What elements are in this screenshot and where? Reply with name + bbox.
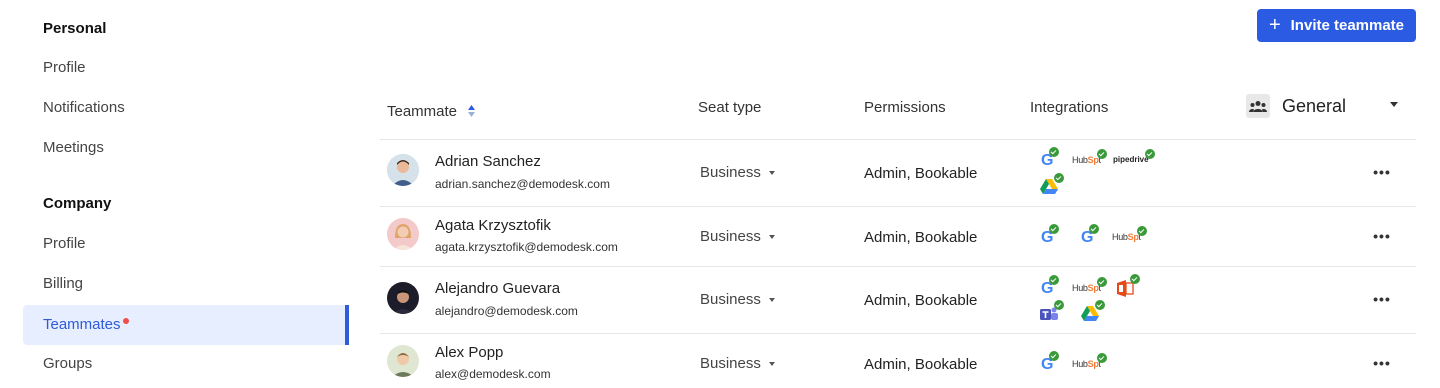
sidebar-item-company-profile[interactable]: Profile — [23, 224, 349, 264]
integration-teams — [1040, 300, 1064, 323]
permissions-value: Admin, Bookable — [864, 356, 978, 373]
check-icon — [1049, 275, 1060, 285]
integration-google: G — [1041, 351, 1060, 373]
check-icon — [1054, 173, 1064, 183]
check-icon — [1096, 353, 1107, 363]
seat-type-value: Business — [700, 355, 761, 372]
row-divider — [380, 206, 1416, 207]
row-more-button[interactable]: ••• — [1372, 355, 1392, 371]
integration-google: G — [1041, 147, 1060, 169]
integration-google-drive — [1081, 300, 1105, 321]
row-divider — [380, 139, 1416, 140]
row-more-button[interactable]: ••• — [1372, 164, 1392, 180]
avatar — [387, 282, 419, 314]
check-icon — [1144, 149, 1155, 159]
integration-office365 — [1116, 274, 1140, 297]
invite-teammate-label: Invite teammate — [1290, 17, 1405, 34]
hubspot-icon: HubSpt — [1072, 155, 1101, 165]
invite-teammate-button[interactable]: + Invite teammate — [1257, 9, 1416, 42]
sidebar-item-notifications[interactable]: Notifications — [23, 88, 349, 128]
check-icon — [1049, 351, 1060, 361]
caret-down-icon — [768, 298, 775, 303]
seat-type-dropdown[interactable]: Business — [700, 291, 775, 308]
row-more-button[interactable]: ••• — [1372, 291, 1392, 307]
sidebar-item-teammates-label: Teammates — [43, 316, 121, 333]
seat-type-dropdown[interactable]: Business — [700, 355, 775, 372]
integration-google: G — [1041, 224, 1060, 246]
integration-google-drive — [1040, 173, 1064, 194]
permissions-value: Admin, Bookable — [864, 292, 978, 309]
caret-down-icon — [768, 362, 775, 367]
pipedrive-icon: pipedrive — [1113, 155, 1149, 164]
teammate-email: alex@demodesk.com — [435, 367, 551, 381]
teammate-email: alejandro@demodesk.com — [435, 304, 578, 318]
teammate-name: Alex Popp — [435, 344, 504, 361]
integration-hubspot: HubSpt — [1072, 353, 1107, 369]
column-header-seat-type: Seat type — [698, 99, 762, 116]
plus-icon: + — [1268, 13, 1281, 36]
row-divider — [380, 333, 1416, 334]
column-header-teammate-label: Teammate — [387, 103, 458, 120]
seat-type-value: Business — [700, 228, 761, 245]
teammate-email: agata.krzysztofik@demodesk.com — [435, 240, 618, 254]
notification-dot — [122, 318, 129, 324]
teammate-name: Alejandro Guevara — [435, 280, 561, 297]
column-header-permissions: Permissions — [864, 99, 946, 116]
sidebar-item-billing[interactable]: Billing — [23, 264, 349, 304]
integration-hubspot: HubSpt — [1112, 226, 1147, 242]
group-selector-label[interactable]: General — [1282, 96, 1346, 117]
group-icon — [1246, 94, 1270, 118]
row-divider — [380, 266, 1416, 267]
teammate-email: adrian.sanchez@demodesk.com — [435, 177, 610, 191]
sidebar-item-meetings[interactable]: Meetings — [23, 128, 349, 168]
column-header-teammate[interactable]: Teammate — [387, 103, 476, 120]
check-icon — [1049, 224, 1060, 234]
sidebar-item-personal-profile[interactable]: Profile — [23, 48, 349, 88]
teammate-name: Adrian Sanchez — [435, 153, 541, 170]
check-icon — [1096, 149, 1107, 159]
hubspot-icon: HubSpt — [1112, 232, 1141, 242]
check-icon — [1054, 300, 1064, 310]
avatar — [387, 345, 419, 377]
sidebar-item-teammates[interactable]: Teammates — [23, 305, 349, 345]
permissions-value: Admin, Bookable — [864, 165, 978, 182]
sort-icon — [468, 105, 476, 118]
check-icon — [1089, 224, 1100, 234]
caret-down-icon — [768, 171, 775, 176]
integration-google: G — [1081, 224, 1100, 246]
hubspot-icon: HubSpt — [1072, 283, 1101, 293]
integration-hubspot: HubSpt — [1072, 149, 1107, 165]
avatar — [387, 154, 419, 186]
caret-down-icon — [768, 235, 775, 240]
hubspot-icon: HubSpt — [1072, 359, 1101, 369]
integration-google: G — [1041, 275, 1060, 297]
integration-pipedrive: pipedrive — [1113, 149, 1155, 164]
check-icon — [1096, 277, 1107, 287]
check-icon — [1136, 226, 1147, 236]
integration-hubspot: HubSpt — [1072, 277, 1107, 293]
check-icon — [1049, 147, 1060, 157]
company-heading: Company — [43, 195, 112, 212]
teammate-name: Agata Krzysztofik — [435, 217, 551, 234]
row-more-button[interactable]: ••• — [1372, 228, 1392, 244]
sidebar-item-groups[interactable]: Groups — [23, 344, 349, 384]
avatar — [387, 218, 419, 250]
seat-type-dropdown[interactable]: Business — [700, 228, 775, 245]
settings-sidebar: Personal Profile Notifications Meetings … — [0, 0, 352, 388]
personal-heading: Personal — [43, 20, 107, 37]
seat-type-value: Business — [700, 291, 761, 308]
seat-type-value: Business — [700, 164, 761, 181]
check-icon — [1130, 274, 1140, 284]
column-header-integrations: Integrations — [1030, 99, 1109, 116]
seat-type-dropdown[interactable]: Business — [700, 164, 775, 181]
chevron-down-icon[interactable] — [1390, 102, 1398, 107]
check-icon — [1095, 300, 1105, 310]
permissions-value: Admin, Bookable — [864, 229, 978, 246]
